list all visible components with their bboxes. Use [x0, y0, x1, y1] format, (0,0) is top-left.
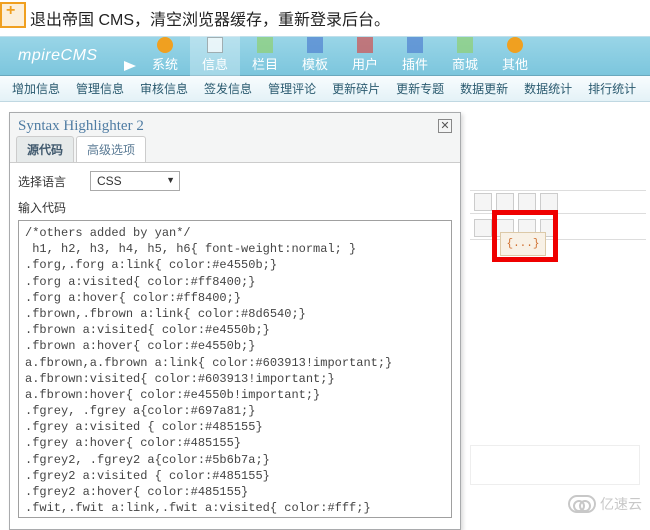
toolbar-button[interactable] [474, 193, 492, 211]
subnav-sign-info[interactable]: 签发信息 [204, 80, 252, 97]
language-select[interactable]: CSS [90, 171, 180, 191]
subnav-data-stats[interactable]: 数据统计 [524, 80, 572, 97]
toolbar-button[interactable] [496, 193, 514, 211]
other-icon [507, 37, 523, 53]
logo-text: mpireCMS [18, 47, 98, 64]
cloud-icon [568, 495, 596, 513]
subnav-update-fragment[interactable]: 更新碎片 [332, 80, 380, 97]
info-icon [207, 37, 223, 53]
nav-label: 其他 [502, 54, 528, 73]
language-row: 选择语言 CSS [18, 171, 452, 191]
logo-arrow-icon [124, 61, 136, 71]
nav-label: 栏目 [252, 54, 278, 73]
subnav-rank-stats[interactable]: 排行统计 [588, 80, 636, 97]
nav-shop[interactable]: 商城 [440, 36, 490, 76]
code-input-label: 输入代码 [18, 199, 452, 216]
dialog-title-text: Syntax Highlighter 2 [18, 118, 144, 135]
watermark-text: 亿速云 [600, 494, 642, 514]
nav-label: 信息 [202, 54, 228, 73]
page-instruction: 退出帝国 CMS，清空浏览器缓存，重新登录后台。 [0, 0, 650, 36]
dialog-body: 选择语言 CSS 输入代码 [10, 163, 460, 529]
subnav-update-topic[interactable]: 更新专题 [396, 80, 444, 97]
plugin-icon [407, 37, 423, 53]
shop-icon [457, 37, 473, 53]
nav-info[interactable]: 信息 [190, 36, 240, 76]
sub-navbar: 增加信息 管理信息 审核信息 签发信息 管理评论 更新碎片 更新专题 数据更新 … [0, 76, 650, 102]
watermark: 亿速云 [568, 494, 642, 514]
highlight-annotation [492, 210, 558, 262]
editor-footer-area [470, 445, 640, 485]
nav-label: 模板 [302, 54, 328, 73]
nav-plugin[interactable]: 插件 [390, 36, 440, 76]
system-icon [157, 37, 173, 53]
nav-label: 商城 [452, 54, 478, 73]
nav-template[interactable]: 模板 [290, 36, 340, 76]
toolbar-button[interactable] [518, 193, 536, 211]
tab-source-code[interactable]: 源代码 [16, 136, 74, 162]
subnav-data-update[interactable]: 数据更新 [460, 80, 508, 97]
nav-label: 插件 [402, 54, 428, 73]
user-icon [357, 37, 373, 53]
nav-label: 系统 [152, 54, 178, 73]
logo: mpireCMS [0, 47, 140, 65]
subnav-review-info[interactable]: 审核信息 [140, 80, 188, 97]
language-label: 选择语言 [18, 173, 66, 190]
dialog-close-button[interactable]: ✕ [438, 119, 452, 133]
main-navbar: mpireCMS 系统 信息 栏目 模板 用户 插件 商城 其他 [0, 36, 650, 76]
nav-column[interactable]: 栏目 [240, 36, 290, 76]
code-textarea[interactable] [18, 220, 452, 518]
nav-label: 用户 [352, 54, 378, 73]
toolbar-button[interactable] [540, 193, 558, 211]
nav-system[interactable]: 系统 [140, 36, 190, 76]
subnav-manage-info[interactable]: 管理信息 [76, 80, 124, 97]
template-icon [307, 37, 323, 53]
nav-other[interactable]: 其他 [490, 36, 540, 76]
tab-advanced-options[interactable]: 高级选项 [76, 136, 146, 162]
subnav-add-info[interactable]: 增加信息 [12, 80, 60, 97]
nav-user[interactable]: 用户 [340, 36, 390, 76]
toolbar-button[interactable] [474, 219, 492, 237]
subnav-manage-comments[interactable]: 管理评论 [268, 80, 316, 97]
dialog-tabs: 源代码 高级选项 [10, 139, 460, 163]
syntax-highlighter-dialog: Syntax Highlighter 2 ✕ 源代码 高级选项 选择语言 CSS… [9, 112, 461, 530]
column-icon [257, 37, 273, 53]
